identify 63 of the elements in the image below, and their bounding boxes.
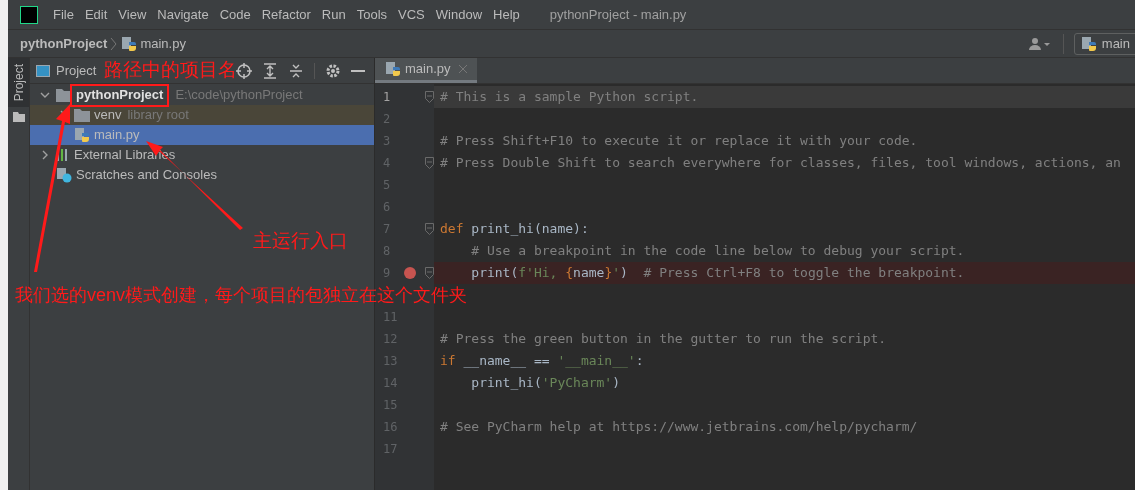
fold-marker-icon[interactable] (425, 157, 434, 169)
line-number: 1 (383, 89, 391, 106)
tree-item[interactable]: Scratches and Consoles (30, 165, 374, 185)
tree-item[interactable]: pythonProject E:\code\pythonProject (30, 85, 374, 105)
window-title: pythonProject - main.py (549, 5, 687, 24)
project-tool-tab[interactable]: Project (8, 58, 29, 108)
breadcrumb-project[interactable]: pythonProject (20, 33, 108, 54)
menu-item[interactable]: View (118, 4, 147, 25)
menu-item[interactable]: File (53, 4, 74, 25)
code-line: print_hi('PyCharm') (470, 374, 621, 393)
tree-item[interactable]: venv library root (30, 105, 374, 125)
menu-item[interactable]: Window (435, 4, 483, 25)
folder-icon[interactable] (12, 112, 25, 123)
python-file-icon (385, 61, 401, 77)
item-label: main.py (94, 126, 140, 145)
editor-tab[interactable]: main.py (375, 58, 477, 83)
menu-item[interactable]: Navigate (157, 4, 209, 25)
item-hint: library root (127, 106, 189, 125)
code-line: def print_hi(name): (440, 220, 589, 239)
expand-all-icon[interactable] (262, 62, 278, 79)
chevron-right-icon[interactable] (40, 150, 50, 160)
user-icon[interactable] (1028, 36, 1053, 51)
scratches-icon (56, 167, 72, 183)
menu-item[interactable]: Refactor (261, 4, 311, 25)
item-label: venv (94, 106, 122, 125)
code-line: # Press Shift+F10 to execute it or replace it with your code. (440, 132, 918, 151)
python-file-icon (74, 127, 90, 143)
breadcrumb-file[interactable]: main.py (140, 33, 186, 54)
breakpoint-icon[interactable] (404, 267, 416, 279)
folder-icon (74, 108, 90, 122)
menu-item[interactable]: Edit (84, 4, 108, 25)
annotation-note: 我们选的venv模式创建，每个项目的包独立在这个文件夹 (15, 284, 468, 307)
menu-item[interactable]: Help (493, 4, 520, 25)
window-icon (36, 64, 50, 77)
code-line: # This is a sample Python script. (440, 88, 699, 107)
item-hint: E:\code\pythonProject (175, 86, 303, 105)
code-line: # Use a breakpoint in the code line below to debug your script. (470, 242, 965, 261)
python-file-icon (121, 35, 138, 52)
menu-item[interactable]: Code (219, 4, 251, 25)
app-logo-icon (20, 5, 38, 24)
collapse-all-icon[interactable] (288, 62, 304, 79)
chevron-down-icon[interactable] (40, 90, 50, 100)
settings-icon[interactable] (325, 62, 341, 79)
locate-icon[interactable] (236, 62, 252, 79)
run-config-button[interactable]: main (1073, 32, 1135, 55)
item-label: Scratches and Consoles (76, 166, 217, 185)
chevron-right-icon (110, 36, 119, 51)
fold-marker-icon[interactable] (425, 91, 434, 103)
code-line: # Press Double Shift to search everywhere for classes, files, tool windows, actions, an (440, 154, 1121, 173)
code-line: print(f'Hi, {name}') # Press Ctrl+F8 to toggle the breakpoint. (470, 264, 965, 283)
item-label: pythonProject (76, 86, 164, 105)
menu-item[interactable]: Run (321, 4, 346, 25)
code-line: if __name__ == '__main__': (440, 352, 644, 371)
panel-title[interactable]: Project (56, 60, 97, 81)
menu-item[interactable]: Tools (356, 4, 388, 25)
annotation-note: 主运行入口 (253, 229, 348, 253)
fold-marker-icon[interactable] (425, 267, 434, 279)
annotation-note: 路径中的项目名 (104, 58, 237, 82)
code-line: # Press the green button in the gutter to run the script. (440, 330, 887, 349)
code-line: # See PyCharm help at https://www.jetbrains.com/help/pycharm/ (440, 418, 918, 437)
python-icon (1080, 35, 1097, 52)
fold-marker-icon[interactable] (425, 223, 434, 235)
menu-item[interactable]: VCS (398, 4, 425, 25)
